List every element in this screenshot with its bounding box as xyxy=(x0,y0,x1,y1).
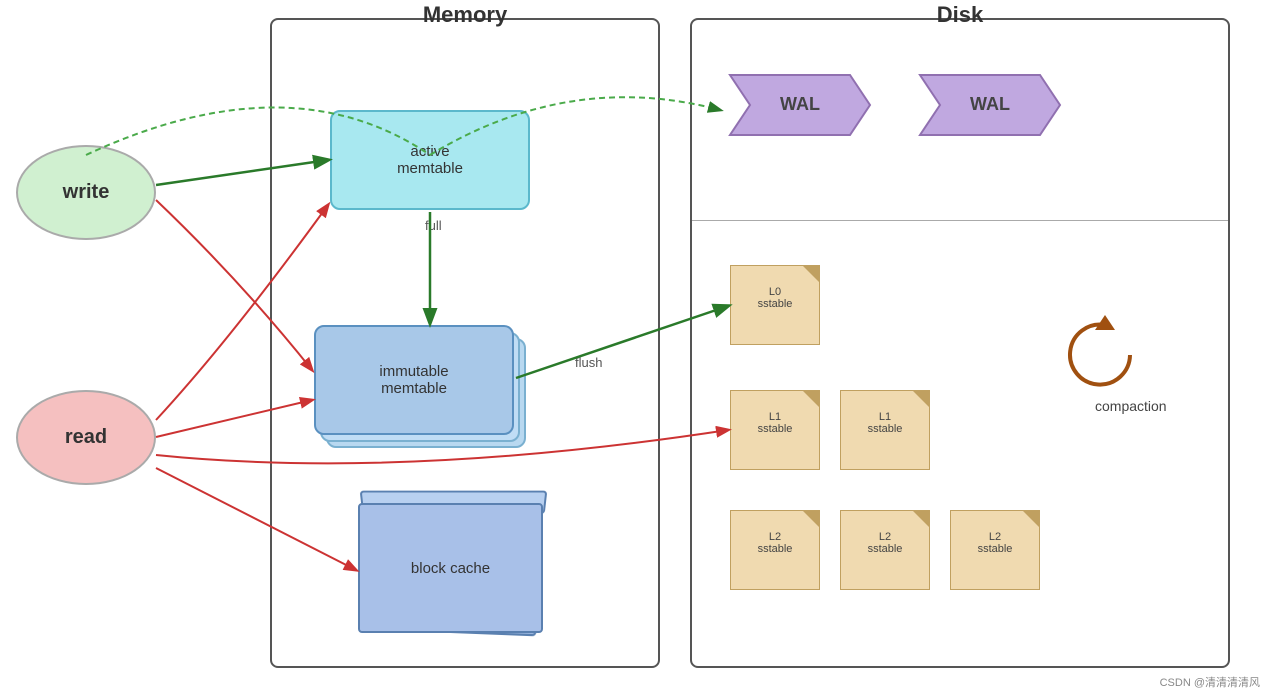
l2a-sstable: L2 sstable xyxy=(730,510,820,590)
wal1-label: WAL xyxy=(780,94,820,114)
flush-label: flush xyxy=(575,355,602,370)
l1a-label: L1 sstable xyxy=(758,411,793,435)
l2b-sstable: L2 sstable xyxy=(840,510,930,590)
wal1-shape: WAL xyxy=(720,70,880,140)
l2b-label: L2 sstable xyxy=(868,531,903,555)
full-label: full xyxy=(425,218,442,233)
active-memtable: active memtable xyxy=(330,110,530,210)
block-cache-label: block cache xyxy=(411,560,490,577)
write-ellipse: write xyxy=(16,145,156,240)
wal2-shape: WAL xyxy=(910,70,1070,140)
wal2-label: WAL xyxy=(970,94,1010,114)
memory-title: Memory xyxy=(423,2,507,28)
read-ellipse: read xyxy=(16,390,156,485)
l2a-label: L2 sstable xyxy=(758,531,793,555)
immutable-memtable: immutable memtable xyxy=(314,325,514,435)
read-label: read xyxy=(65,426,107,449)
active-memtable-label: active memtable xyxy=(397,143,463,177)
l0-label: L0 sstable xyxy=(758,286,793,310)
l1a-sstable: L1 sstable xyxy=(730,390,820,470)
write-label: write xyxy=(63,181,110,204)
watermark: CSDN @清清清清风 xyxy=(1160,674,1260,690)
compaction-label: compaction xyxy=(1095,398,1167,414)
immutable-memtable-label: immutable memtable xyxy=(379,363,448,397)
block-cache-front: block cache xyxy=(358,503,543,633)
l2c-label: L2 sstable xyxy=(978,531,1013,555)
diagram: Memory Disk write read active memtable i… xyxy=(0,0,1272,698)
l2c-sstable: L2 sstable xyxy=(950,510,1040,590)
l1b-sstable: L1 sstable xyxy=(840,390,930,470)
l1b-label: L1 sstable xyxy=(868,411,903,435)
disk-divider xyxy=(692,220,1228,221)
compaction-icon xyxy=(1060,310,1150,400)
disk-title: Disk xyxy=(937,2,983,28)
l0-sstable: L0 sstable xyxy=(730,265,820,345)
